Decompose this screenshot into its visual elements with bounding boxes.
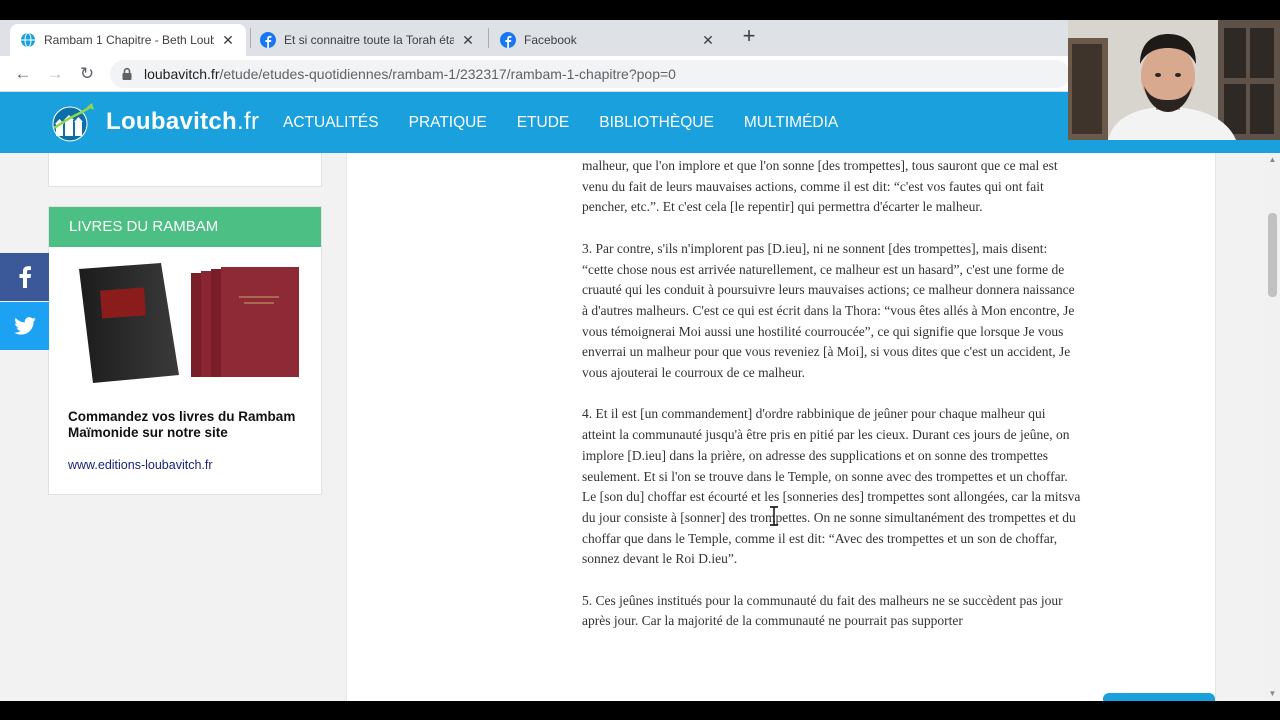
- scroll-thumb[interactable]: [1268, 213, 1277, 297]
- close-icon[interactable]: ✕: [460, 32, 476, 48]
- nav-pratique[interactable]: PRATIQUE: [394, 114, 502, 132]
- article-paragraph: 5. Ces jeûnes institués pour la communau…: [582, 592, 1063, 629]
- url-host: loubavitch.fr: [144, 66, 220, 82]
- webcam-overlay: [1068, 20, 1280, 140]
- top-black-bar: [0, 0, 1280, 20]
- address-bar[interactable]: loubavitch.fr/etude/etudes-quotidiennes/…: [110, 60, 1070, 88]
- article-paragraph: 3. Par contre, s'ils n'implorent pas [D.…: [582, 240, 1075, 381]
- close-icon[interactable]: ✕: [220, 32, 236, 48]
- tab-title: Facebook: [524, 33, 577, 47]
- bottom-black-bar: [0, 701, 1280, 720]
- page-scrollbar[interactable]: ▲ ▼: [1265, 153, 1280, 701]
- books-heading: LIVRES DU RAMBAM: [49, 207, 321, 247]
- webcam-person-image: [1068, 20, 1280, 140]
- facebook-share-button[interactable]: [0, 253, 49, 301]
- main-navigation: ACTUALITÉS PRATIQUE ETUDE BIBLIOTHÈQUE M…: [268, 92, 853, 153]
- article-paragraph: malheur, que l'on implore et que l'on so…: [582, 158, 1058, 215]
- nav-bibliotheque[interactable]: BIBLIOTHÈQUE: [584, 114, 729, 132]
- tab-title: Et si connaitre toute la Torah était: [284, 33, 454, 47]
- article-text: malheur, que l'on implore et que l'on so…: [582, 156, 1082, 653]
- page-content: LIVRES DU RAMBAM Commandez vos livres du…: [0, 153, 1280, 701]
- logo-houses-icon: [52, 103, 94, 142]
- tab-title: Rambam 1 Chapitre - Beth Loubavitch: [44, 33, 214, 47]
- text-cursor-icon: [770, 506, 778, 526]
- logo-text: Loubavitch.fr: [106, 108, 259, 136]
- tab-rambam[interactable]: Rambam 1 Chapitre - Beth Loubavitch ✕: [10, 24, 246, 56]
- tab-facebook[interactable]: Facebook ✕: [490, 24, 726, 56]
- logo-tld: .fr: [237, 108, 260, 135]
- floating-button[interactable]: [1103, 693, 1215, 701]
- forward-arrow-icon[interactable]: →: [43, 62, 67, 86]
- lock-icon: [122, 67, 132, 80]
- article-paragraph: 4. Et il est [un commandement] d'ordre r…: [582, 406, 1081, 567]
- sidebar-card-partial: [48, 153, 322, 187]
- tab-separator: [488, 28, 489, 48]
- scroll-up-arrow-icon[interactable]: ▲: [1268, 155, 1277, 164]
- new-tab-button[interactable]: +: [738, 25, 760, 47]
- books-cta: Commandez vos livres du Rambam Maïmonide…: [68, 409, 296, 440]
- site-logo[interactable]: Loubavitch.fr: [48, 102, 259, 142]
- site-globe-icon: [21, 32, 35, 48]
- books-card[interactable]: LIVRES DU RAMBAM Commandez vos livres du…: [48, 206, 322, 495]
- reload-icon[interactable]: ↻: [75, 62, 99, 86]
- scroll-down-arrow-icon[interactable]: ▼: [1268, 689, 1277, 698]
- twitter-share-button[interactable]: [0, 302, 49, 350]
- nav-etude[interactable]: ETUDE: [502, 114, 585, 132]
- twitter-icon: [13, 317, 36, 335]
- tab-torah[interactable]: Et si connaitre toute la Torah était ✕: [250, 24, 486, 56]
- logo-name: Loubavitch: [106, 108, 238, 135]
- facebook-icon: [500, 32, 516, 48]
- books-link[interactable]: www.editions-loubavitch.fr: [68, 458, 213, 472]
- url-path: /etude/etudes-quotidiennes/rambam-1/2323…: [219, 66, 676, 82]
- close-icon[interactable]: ✕: [700, 32, 716, 48]
- books-image: [79, 263, 299, 383]
- article-panel: malheur, que l'on implore et que l'on so…: [346, 153, 1216, 701]
- facebook-icon: [19, 266, 31, 288]
- back-arrow-icon[interactable]: ←: [11, 62, 35, 86]
- nav-multimedia[interactable]: MULTIMÉDIA: [729, 114, 853, 132]
- facebook-icon: [260, 32, 276, 48]
- nav-actualites[interactable]: ACTUALITÉS: [268, 114, 394, 132]
